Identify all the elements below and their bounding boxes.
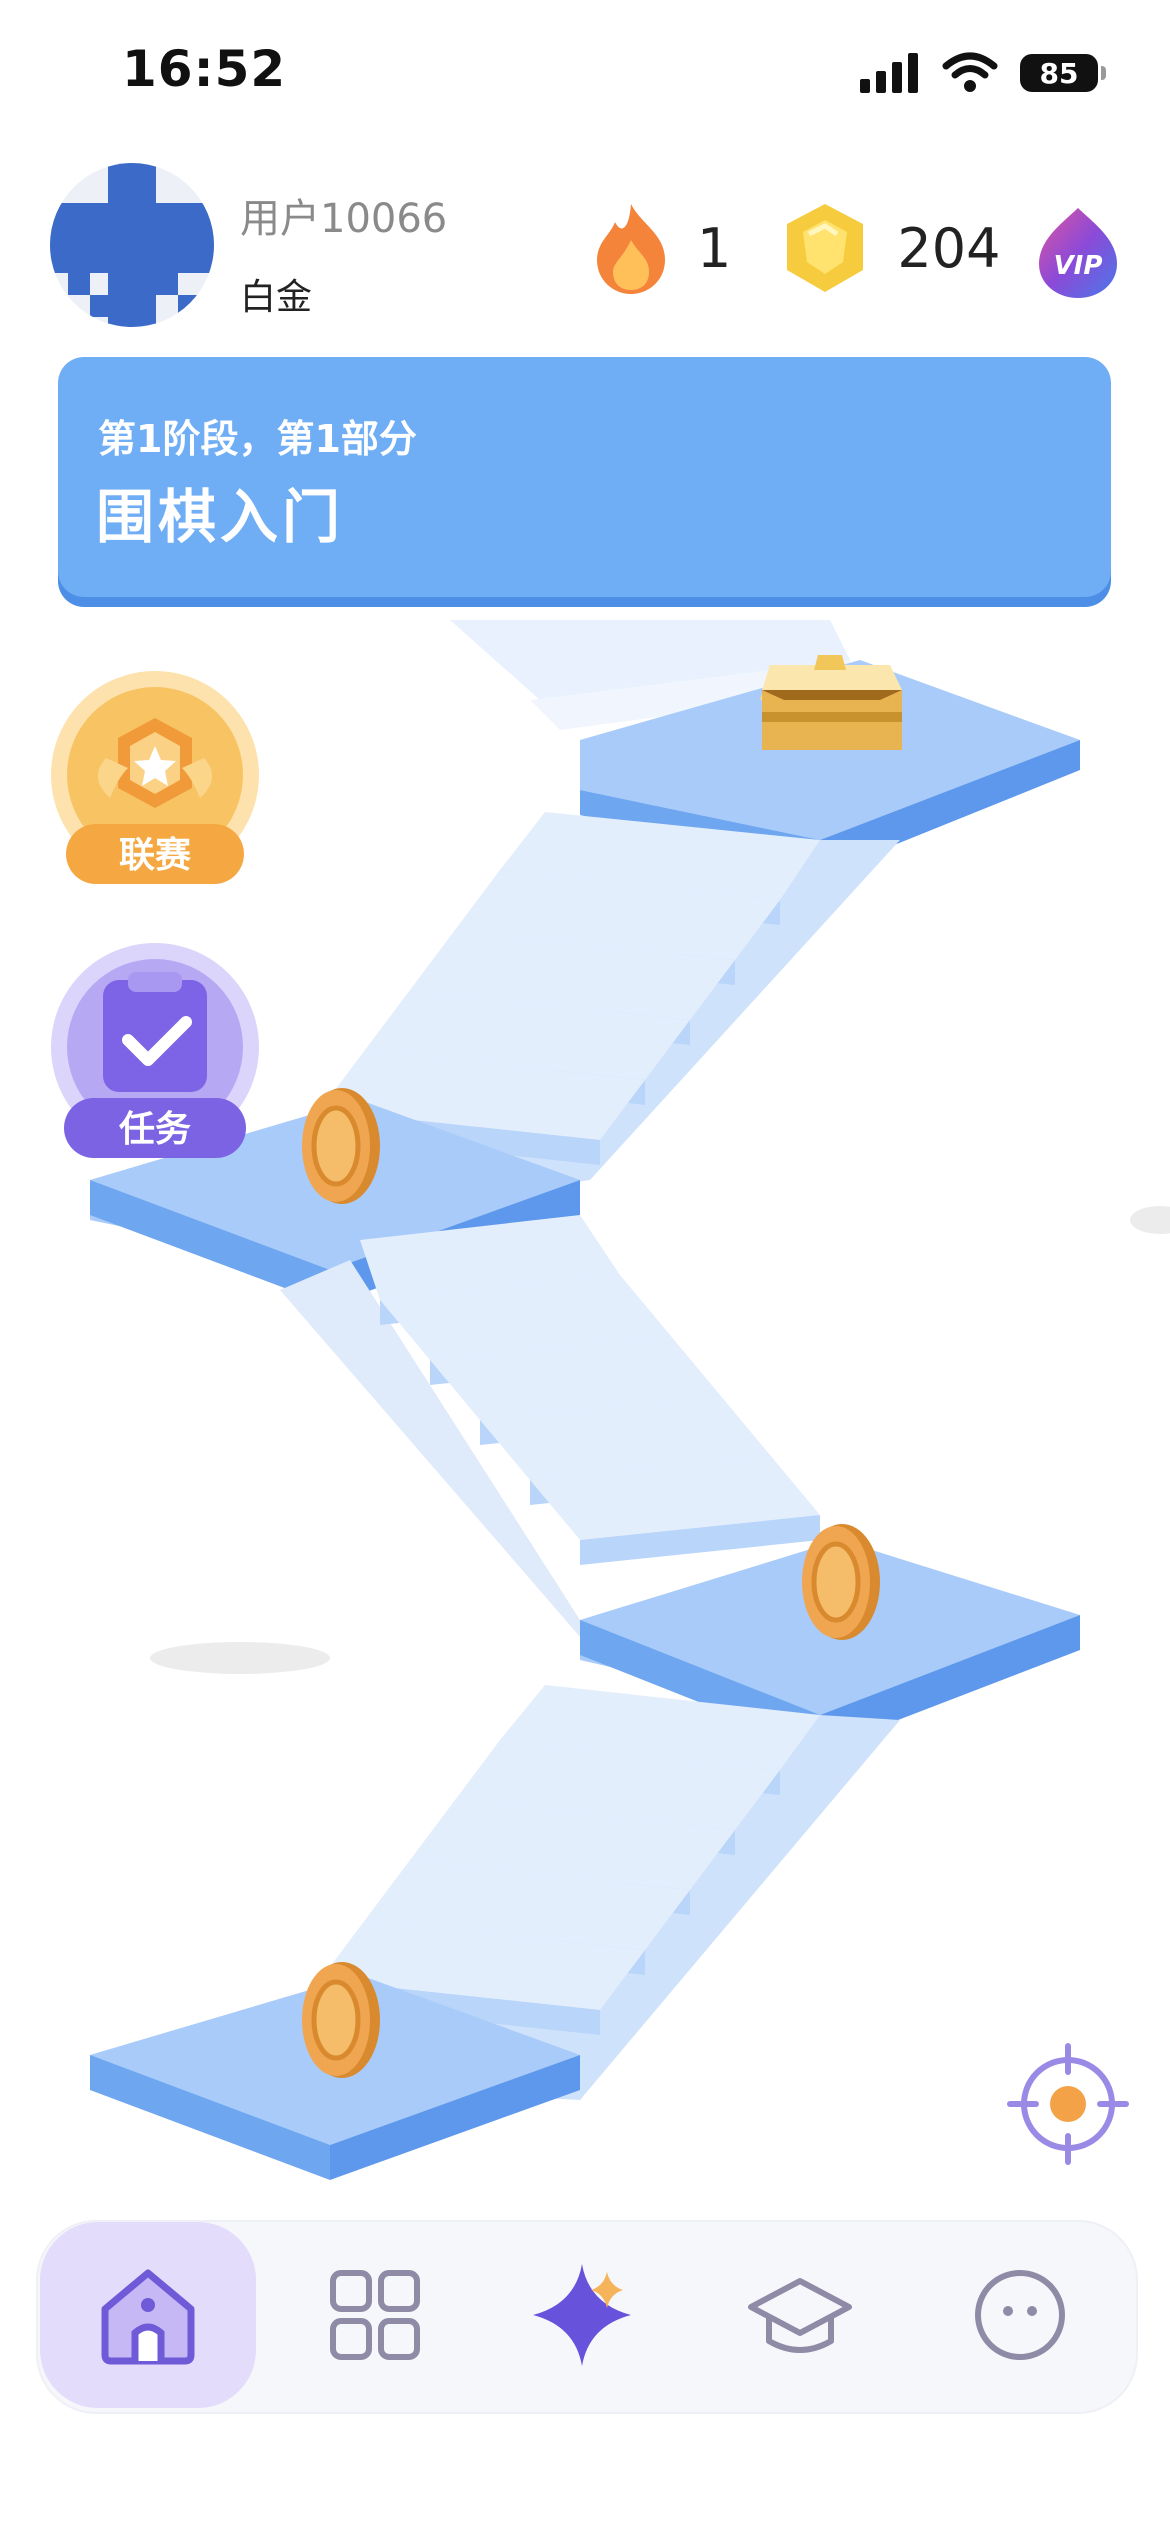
treasure-chest-icon[interactable] <box>760 655 902 750</box>
gems-count: 204 <box>897 216 1001 280</box>
coin-node[interactable] <box>802 1524 880 1640</box>
flame-icon <box>597 204 665 294</box>
sparkle-icon <box>533 2264 631 2366</box>
status-time: 16:52 <box>122 40 287 98</box>
coin-node[interactable] <box>302 1088 380 1204</box>
battery-indicator: 85 <box>1020 54 1106 92</box>
nav-profile[interactable] <box>920 2222 1120 2408</box>
streak-count: 1 <box>697 216 732 280</box>
gems-stat[interactable]: 204 <box>779 200 1000 296</box>
tasks-button[interactable]: 任务 <box>48 940 262 1170</box>
avatar-pattern-icon <box>50 163 214 327</box>
face-icon <box>975 2270 1065 2360</box>
gem-icon <box>787 204 864 292</box>
league-label: 联赛 <box>118 835 191 876</box>
stage-subtitle: 第1阶段，第1部分 <box>98 417 417 461</box>
grid-icon <box>330 2270 420 2360</box>
coin-node[interactable] <box>302 1962 380 2078</box>
locate-button[interactable] <box>1007 2043 1129 2165</box>
user-rank: 白金 <box>240 277 313 318</box>
nav-sparkle[interactable] <box>482 2222 682 2408</box>
ground-shadow <box>1130 1206 1170 1234</box>
vip-badge-icon[interactable]: VIP <box>1035 206 1121 300</box>
username: 用户10066 <box>240 196 448 242</box>
streak-stat[interactable]: 1 <box>585 200 731 296</box>
stats-bar: 1 204 <box>585 200 1000 296</box>
tasks-label: 任务 <box>118 1109 191 1150</box>
nav-learn[interactable] <box>700 2222 900 2408</box>
league-button[interactable]: 联赛 <box>48 668 262 898</box>
nav-home[interactable] <box>40 2222 256 2408</box>
avatar[interactable] <box>50 163 214 327</box>
stage-title: 围棋入门 <box>96 483 345 551</box>
nav-grid[interactable] <box>275 2222 475 2408</box>
ground-shadow <box>150 1642 330 1674</box>
wifi-icon <box>942 52 998 92</box>
vip-label: VIP <box>1054 251 1103 281</box>
signal-icon <box>860 53 918 93</box>
graduation-cap-icon <box>748 2278 852 2353</box>
home-icon <box>101 2269 195 2365</box>
status-icons: 85 <box>860 52 1106 94</box>
